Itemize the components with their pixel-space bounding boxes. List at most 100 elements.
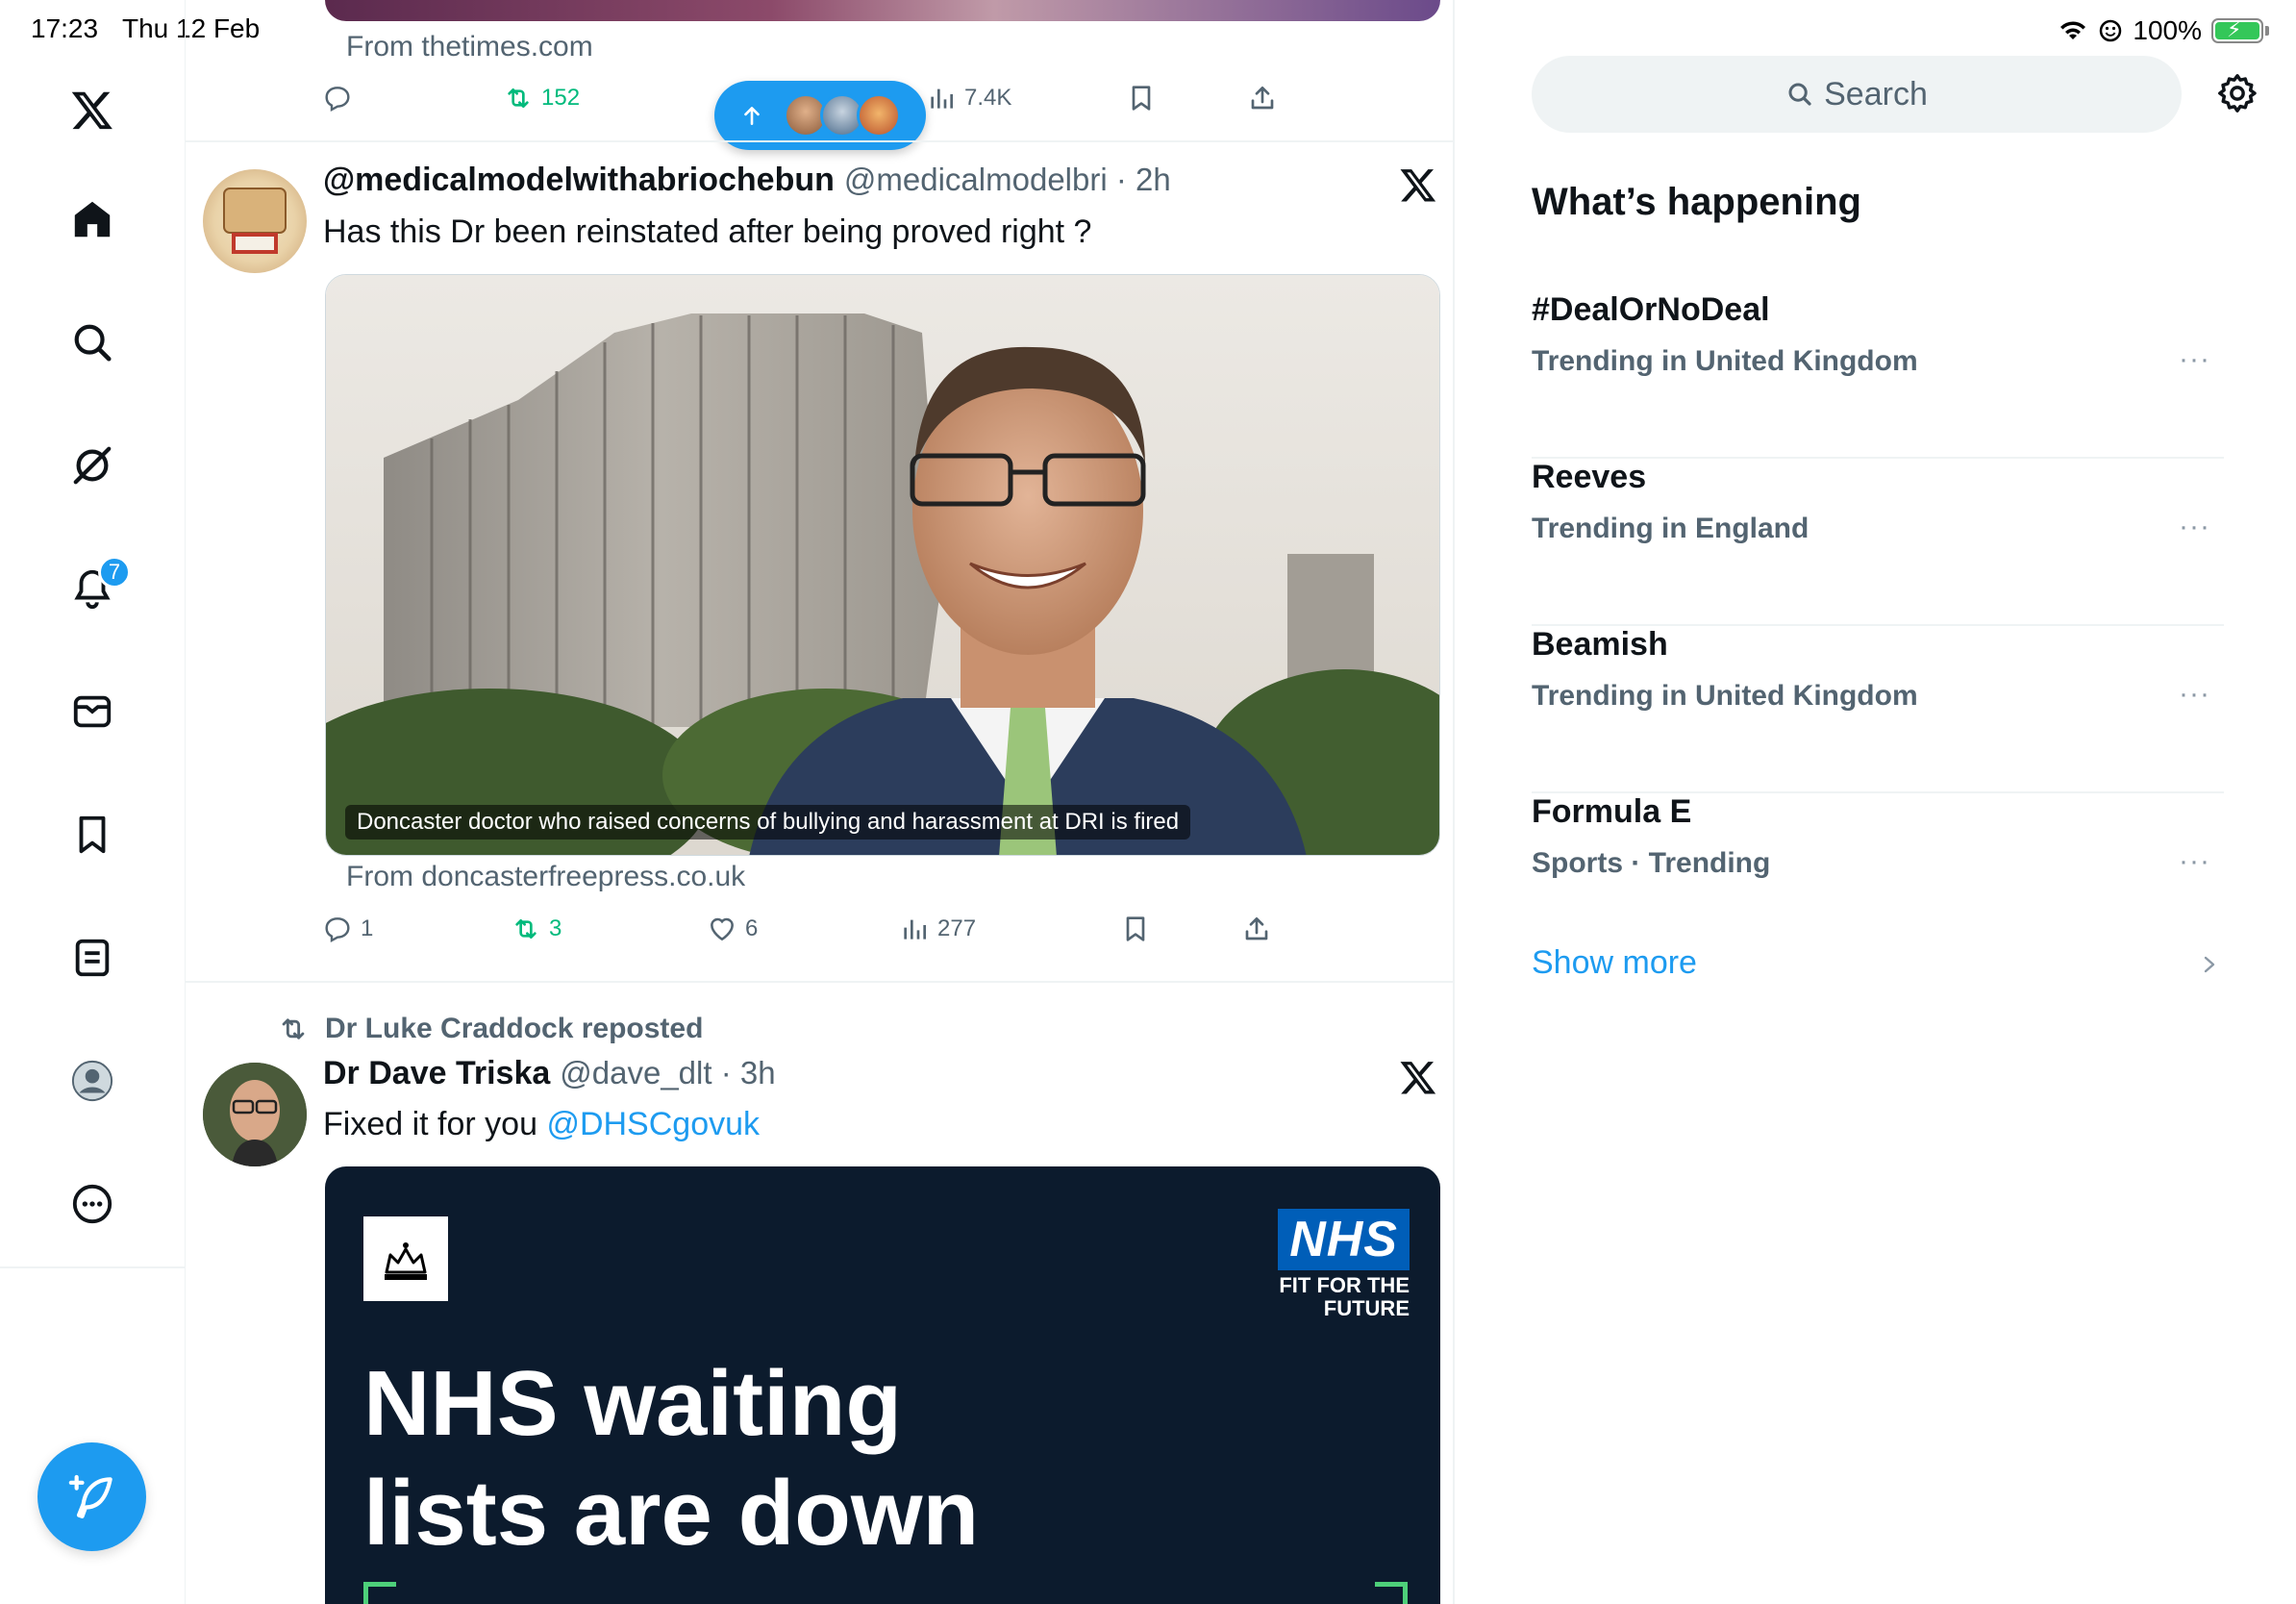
link-card-image[interactable]: Doncaster doctor who raised concerns of … (325, 274, 1440, 856)
retweet-button[interactable]: 3 (511, 914, 562, 944)
trend-name: #DealOrNoDeal (1532, 291, 1770, 328)
focus-smiley-icon (2100, 19, 2122, 42)
like-button[interactable]: 6 (707, 914, 758, 944)
frame-corner (1375, 1582, 1408, 1604)
timeline: From thetimes.com 152 7.4K @medicalmodel… (186, 0, 1455, 1604)
frame-corner (363, 1582, 396, 1604)
show-more-link[interactable]: Show more (1532, 944, 1697, 982)
x-logo-icon (1400, 169, 1436, 202)
x-logo-icon[interactable] (65, 83, 119, 137)
bookmark-icon (1126, 916, 1145, 941)
link-source[interactable]: From doncasterfreepress.co.uk (346, 861, 745, 893)
tweet-text-body: Fixed it for you (323, 1106, 537, 1142)
repost-indicator[interactable]: Dr Luke Craddock reposted (277, 1013, 703, 1045)
retweet-count: 3 (549, 915, 562, 941)
left-navigation: 7 (0, 0, 186, 1604)
home-icon[interactable] (65, 192, 119, 246)
chevron-right-icon (2204, 956, 2215, 973)
battery-percentage: 100% (2133, 15, 2202, 45)
retweet-icon (508, 88, 529, 108)
messages-icon[interactable] (65, 685, 119, 739)
retweet-icon (515, 919, 537, 939)
reply-icon (325, 917, 350, 943)
display-name[interactable]: @medicalmodelwithabriochebun (323, 162, 835, 199)
trend-name: Beamish (1532, 626, 1668, 663)
tweet-media-image[interactable]: NHS FIT FOR THE FUTURE NHS waiting lists… (325, 1166, 1440, 1604)
share-icon (1251, 87, 1274, 110)
settings-gear-icon[interactable] (2215, 71, 2259, 115)
user-handle[interactable]: @medicalmodelbri · 2h (844, 162, 1171, 198)
user-avatar[interactable] (203, 1063, 307, 1166)
nhs-tagline-line: FIT FOR THE (1279, 1273, 1410, 1297)
compose-post-button[interactable] (37, 1442, 146, 1551)
retweet-button[interactable]: 152 (503, 83, 580, 113)
trend-context: Trending in England (1532, 513, 1809, 544)
reply-icon (325, 87, 350, 113)
display-name[interactable]: Dr Dave Triska (323, 1055, 550, 1092)
mention-link[interactable]: @DHSCgovuk (546, 1106, 760, 1142)
trend-more-options-icon[interactable]: ··· (2179, 845, 2210, 878)
share-button[interactable] (1247, 83, 1278, 113)
trend-context: Trending in United Kingdom (1532, 345, 1918, 377)
profile-avatar-icon[interactable] (65, 1054, 119, 1108)
headline-line: NHS waiting (363, 1352, 903, 1455)
trend-more-options-icon[interactable]: ··· (2179, 678, 2210, 711)
search-icon (1788, 83, 1811, 106)
previous-tweet-image[interactable] (325, 0, 1440, 21)
views-chart-icon (904, 919, 926, 940)
wifi-icon (2060, 21, 2086, 39)
reposted-by-label: Dr Luke Craddock reposted (325, 1013, 704, 1044)
tweet-header: Dr Dave Triska @dave_dlt · 3h (323, 1055, 776, 1092)
compose-feather-icon (68, 1474, 112, 1518)
reply-button[interactable] (322, 83, 353, 113)
search-input[interactable]: Search (1532, 56, 2182, 133)
views-button[interactable]: 277 (899, 914, 976, 944)
lists-icon[interactable] (65, 931, 119, 985)
more-options-icon[interactable] (65, 1177, 119, 1231)
grok-icon[interactable] (65, 439, 119, 492)
arrow-up-icon (744, 107, 760, 125)
x-logo-icon (1400, 1062, 1436, 1094)
tweet-divider (186, 140, 1453, 142)
repost-icon (282, 1018, 305, 1040)
tweet-header: @medicalmodelwithabriochebun @medicalmod… (323, 162, 1171, 199)
bookmark-icon (1132, 86, 1151, 111)
nhs-tagline-line: FUTURE (1323, 1296, 1410, 1320)
trend-item[interactable]: Formula E Sports · Trending ··· (1532, 793, 2224, 961)
search-icon[interactable] (65, 315, 119, 369)
retweet-count: 152 (541, 85, 581, 111)
trend-item[interactable]: #DealOrNoDeal Trending in United Kingdom… (1532, 291, 2224, 459)
trend-item[interactable]: Beamish Trending in United Kingdom ··· (1532, 626, 2224, 793)
government-crest-icon (363, 1216, 448, 1301)
views-chart-icon (931, 88, 953, 109)
trend-item[interactable]: Reeves Trending in England ··· (1532, 459, 2224, 626)
reply-button[interactable]: 1 (322, 914, 373, 944)
trend-context: Trending in United Kingdom (1532, 680, 1918, 712)
reply-count: 1 (361, 915, 374, 941)
trend-context: Sports · Trending (1532, 847, 1771, 879)
article-photo (326, 275, 1439, 855)
share-button[interactable] (1241, 914, 1272, 944)
whats-happening-title: What’s happening (1532, 181, 1861, 223)
battery-icon: ⚡ (2211, 17, 2263, 43)
link-source[interactable]: From thetimes.com (346, 31, 593, 63)
tweet-text: Has this Dr been reinstated after being … (323, 213, 1092, 250)
share-icon (1245, 917, 1268, 940)
views-button[interactable]: 7.4K (926, 83, 1011, 113)
image-caption: Doncaster doctor who raised concerns of … (345, 805, 1191, 840)
bookmarks-icon[interactable] (65, 808, 119, 862)
bookmark-button[interactable] (1126, 83, 1157, 113)
tweet-actions: 1 3 6 277 (322, 914, 1284, 952)
nav-divider (0, 1266, 186, 1268)
search-placeholder: Search (1824, 75, 1928, 113)
tweet-divider (186, 981, 1453, 983)
headline-line: lists are down (363, 1462, 980, 1565)
trend-more-options-icon[interactable]: ··· (2179, 343, 2210, 376)
trend-more-options-icon[interactable]: ··· (2179, 511, 2210, 543)
user-avatar[interactable] (203, 169, 307, 273)
user-handle[interactable]: @dave_dlt · 3h (560, 1055, 775, 1091)
views-count: 7.4K (964, 85, 1012, 111)
views-count: 277 (937, 915, 977, 941)
tweet-text: Fixed it for you @DHSCgovuk (323, 1106, 760, 1143)
bookmark-button[interactable] (1120, 914, 1151, 944)
